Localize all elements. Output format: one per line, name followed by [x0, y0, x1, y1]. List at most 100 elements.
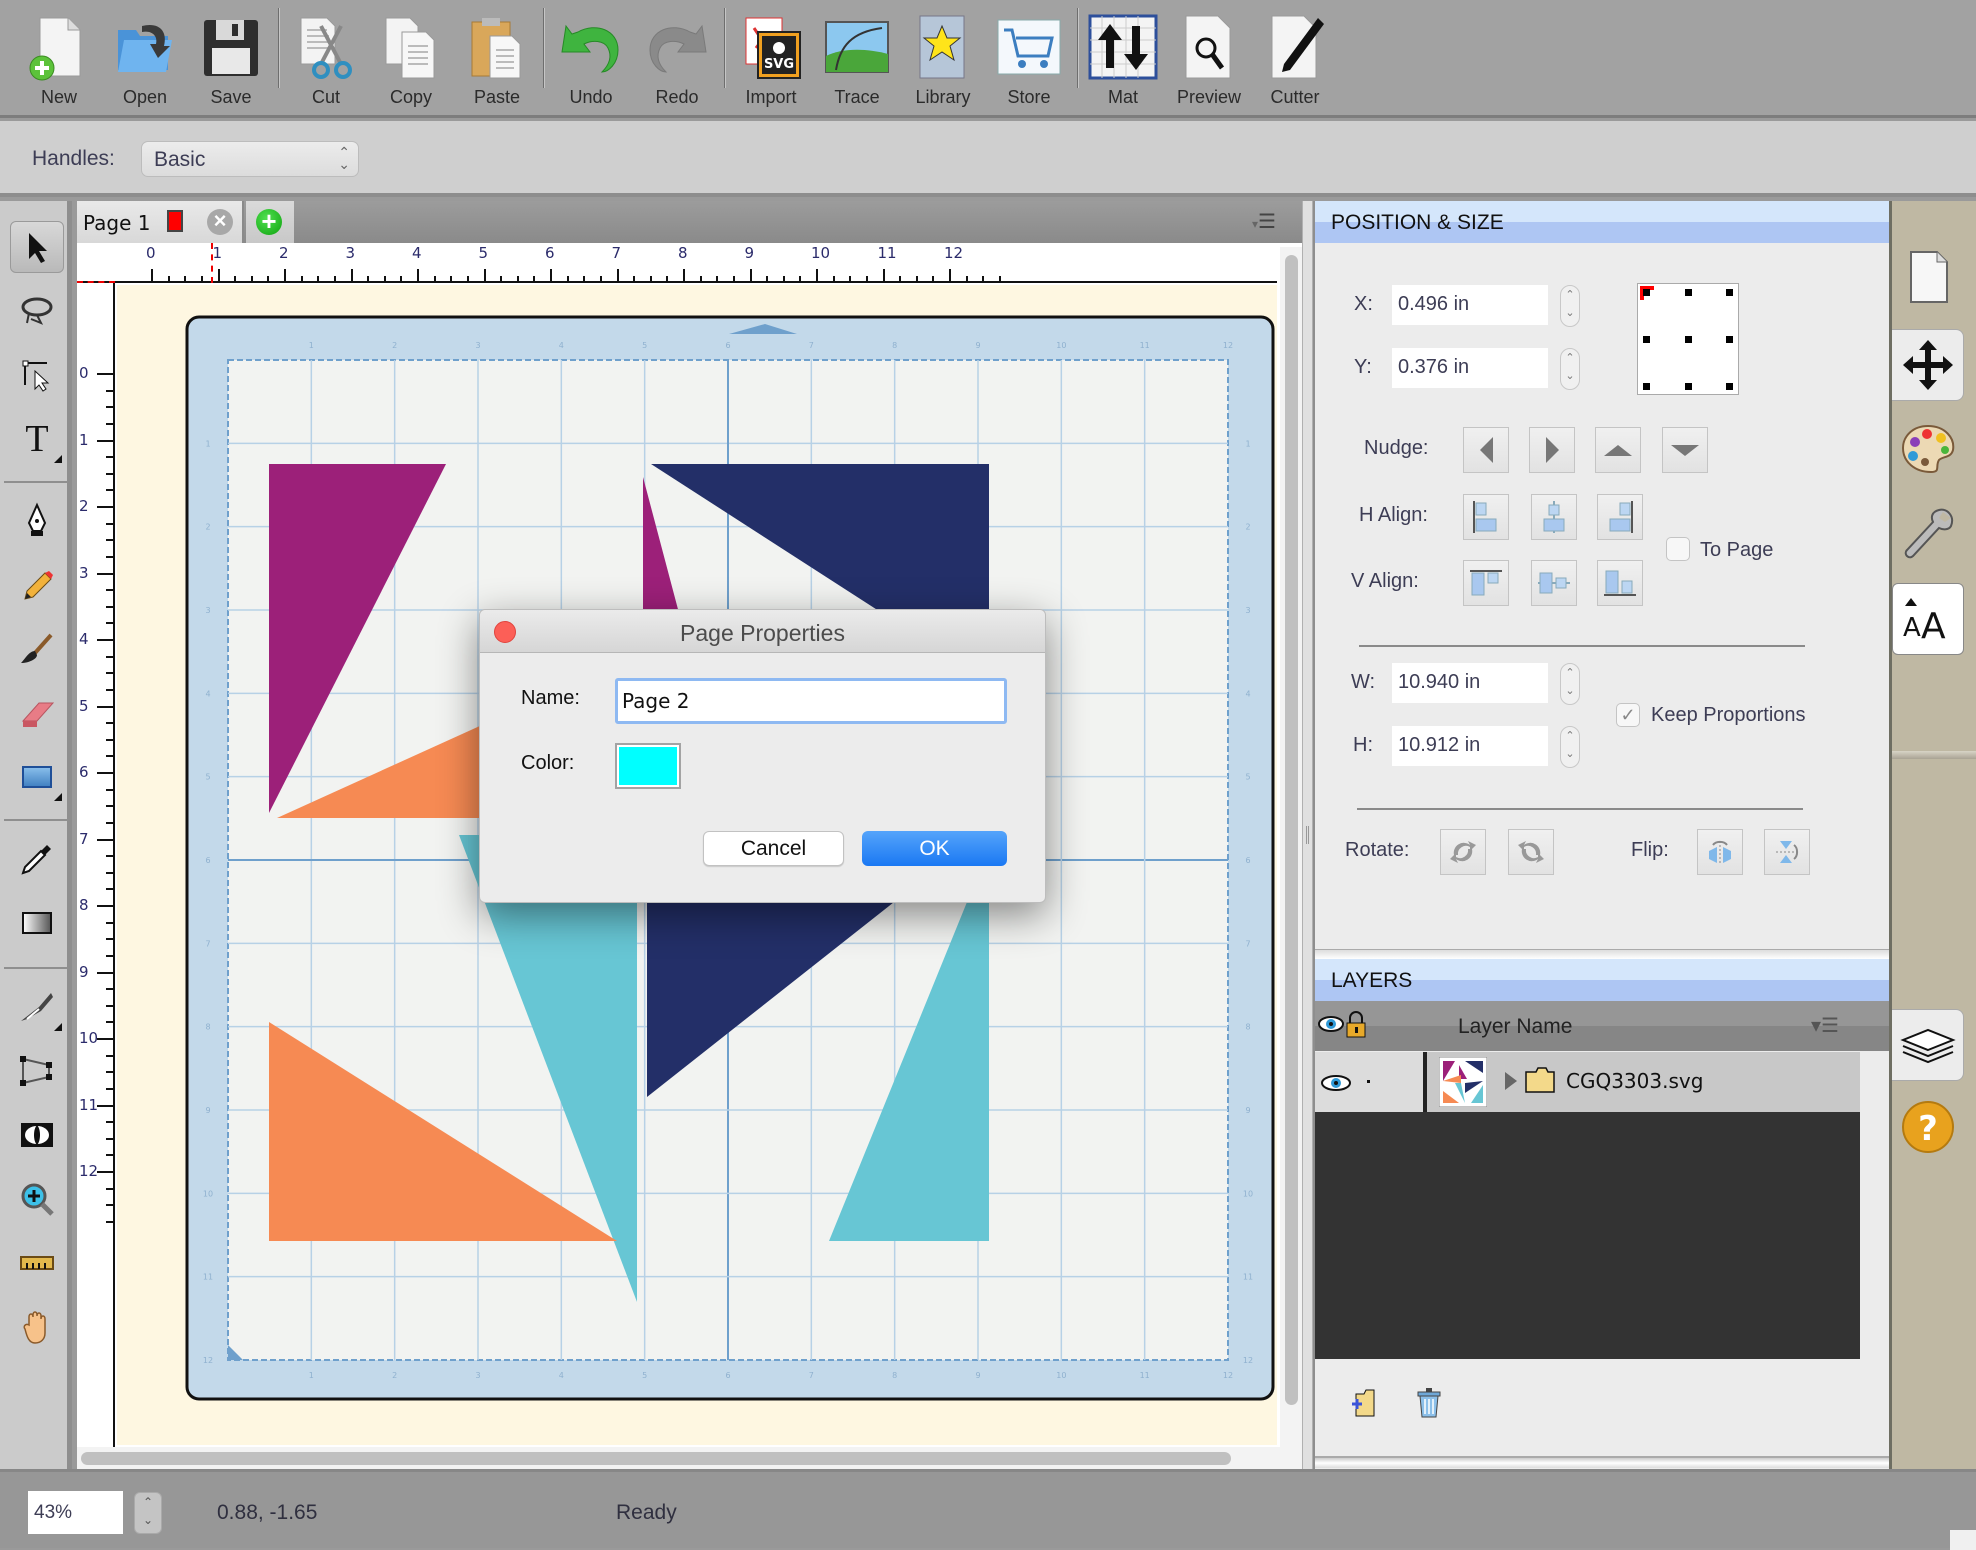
- page-color-chip[interactable]: [167, 210, 183, 232]
- nudge-right-button[interactable]: [1529, 427, 1575, 473]
- y-stepper[interactable]: ⌃ ⌄: [1560, 348, 1580, 390]
- paste-button[interactable]: Paste: [456, 8, 538, 112]
- gradient-tool[interactable]: [10, 897, 64, 949]
- redo-button[interactable]: Redo: [636, 8, 718, 112]
- nudge-down-button[interactable]: [1662, 427, 1708, 473]
- anchor-center[interactable]: [1685, 336, 1692, 343]
- node-edit-tool[interactable]: [10, 349, 64, 401]
- save-button[interactable]: Save: [190, 8, 272, 112]
- rectangle-tool[interactable]: [10, 751, 64, 803]
- dialog-titlebar[interactable]: Page Properties: [480, 610, 1045, 653]
- y-input[interactable]: 0.376 in: [1392, 348, 1548, 388]
- tab-page-1[interactable]: Page 1 ×: [77, 201, 244, 243]
- text-tool[interactable]: T: [10, 413, 64, 465]
- knife-tool[interactable]: [10, 981, 64, 1033]
- reference-point-selector[interactable]: [1637, 283, 1739, 395]
- anchor-top-right[interactable]: [1726, 289, 1733, 296]
- bottom-splitter[interactable]: [1315, 1456, 1889, 1468]
- anchor-bottom-center[interactable]: [1685, 383, 1692, 390]
- page-name-input[interactable]: Page 2: [615, 678, 1007, 724]
- new-button[interactable]: New: [18, 8, 100, 112]
- handles-select[interactable]: Basic ⌃ ⌄: [141, 141, 359, 177]
- eye-icon[interactable]: [1319, 1072, 1353, 1094]
- rotate-cw-button[interactable]: [1440, 829, 1486, 875]
- height-stepper[interactable]: ⌃ ⌄: [1560, 726, 1580, 768]
- expand-triangle-icon[interactable]: [1505, 1072, 1517, 1090]
- tab-settings[interactable]: [1892, 497, 1964, 569]
- add-page-plus-icon[interactable]: +: [256, 208, 282, 235]
- align-middle-v-button[interactable]: [1531, 560, 1577, 606]
- hand-tool[interactable]: [10, 1301, 64, 1353]
- height-input[interactable]: 10.912 in: [1392, 726, 1548, 766]
- x-input[interactable]: 0.496 in: [1392, 285, 1548, 325]
- layer-row[interactable]: CGQ3303.svg: [1315, 1052, 1860, 1112]
- anchor-middle-left[interactable]: [1643, 336, 1650, 343]
- zoom-level-input[interactable]: 43%: [28, 1491, 123, 1534]
- align-left-button[interactable]: [1463, 494, 1509, 540]
- ok-button[interactable]: OK: [862, 831, 1007, 866]
- cutter-button[interactable]: Cutter: [1254, 8, 1336, 112]
- window-resize-grip[interactable]: [1950, 1530, 1976, 1550]
- align-right-button[interactable]: [1597, 494, 1643, 540]
- anchor-bottom-left[interactable]: [1643, 383, 1650, 390]
- tab-layers[interactable]: [1892, 1009, 1964, 1081]
- cut-button[interactable]: Cut: [285, 8, 367, 112]
- zoom-tool[interactable]: [10, 1173, 64, 1225]
- close-page-icon[interactable]: ×: [207, 209, 233, 235]
- eraser-tool[interactable]: [10, 687, 64, 739]
- pen-tool[interactable]: [10, 495, 64, 547]
- layers-menu-icon[interactable]: ▾☰: [1811, 1013, 1839, 1038]
- zoom-stepper[interactable]: ⌃ ⌄: [134, 1492, 162, 1534]
- pencil-tool[interactable]: [10, 559, 64, 611]
- vertical-scrollbar[interactable]: [1280, 247, 1302, 1447]
- trash-icon[interactable]: [1416, 1387, 1442, 1419]
- trace-button[interactable]: Trace: [816, 8, 898, 112]
- lock-placeholder-dot[interactable]: [1367, 1080, 1370, 1083]
- nudge-left-button[interactable]: [1463, 427, 1509, 473]
- library-button[interactable]: Library: [902, 8, 984, 112]
- tab-document[interactable]: [1892, 241, 1964, 313]
- preview-button[interactable]: Preview: [1168, 8, 1250, 112]
- align-bottom-button[interactable]: [1597, 560, 1643, 606]
- width-stepper[interactable]: ⌃ ⌄: [1560, 663, 1580, 705]
- align-center-h-button[interactable]: [1531, 494, 1577, 540]
- rotate-ccw-button[interactable]: [1508, 829, 1554, 875]
- weld-tool[interactable]: [10, 1109, 64, 1161]
- add-page-tab[interactable]: +: [246, 201, 294, 243]
- x-stepper[interactable]: ⌃ ⌄: [1560, 285, 1580, 327]
- store-button[interactable]: Store: [988, 8, 1070, 112]
- mat-button[interactable]: Mat: [1082, 8, 1164, 112]
- cancel-button[interactable]: Cancel: [703, 831, 844, 866]
- anchor-middle-right[interactable]: [1726, 336, 1733, 343]
- brush-tool[interactable]: [10, 623, 64, 675]
- width-input[interactable]: 10.940 in: [1392, 663, 1548, 703]
- flip-vertical-button[interactable]: [1764, 829, 1810, 875]
- to-page-checkbox[interactable]: [1666, 537, 1690, 561]
- page-color-swatch[interactable]: [615, 743, 681, 789]
- keep-proportions-checkbox[interactable]: ✓: [1616, 703, 1640, 727]
- align-top-button[interactable]: [1463, 560, 1509, 606]
- tab-position-size[interactable]: [1892, 329, 1964, 401]
- tab-menu-button[interactable]: ▾☰: [1252, 209, 1292, 235]
- undo-button[interactable]: Undo: [550, 8, 632, 112]
- anchor-top-left[interactable]: [1643, 289, 1650, 296]
- anchor-bottom-right[interactable]: [1726, 383, 1733, 390]
- help-button[interactable]: ?: [1892, 1091, 1964, 1163]
- anchor-top-center[interactable]: [1685, 289, 1692, 296]
- tab-color[interactable]: [1892, 413, 1964, 485]
- vertical-scroll-thumb[interactable]: [1285, 255, 1298, 1405]
- panel-splitter[interactable]: [1302, 201, 1313, 1469]
- lasso-tool[interactable]: [10, 285, 64, 337]
- add-layer-folder-icon[interactable]: [1350, 1388, 1384, 1420]
- open-button[interactable]: Open: [104, 8, 186, 112]
- flip-horizontal-button[interactable]: [1697, 829, 1743, 875]
- select-tool[interactable]: [10, 221, 64, 273]
- nudge-up-button[interactable]: [1595, 427, 1641, 473]
- import-button[interactable]: SVG Import: [730, 8, 812, 112]
- ruler-tool[interactable]: [10, 1237, 64, 1289]
- eyedropper-tool[interactable]: [10, 833, 64, 885]
- horizontal-scrollbar[interactable]: [77, 1447, 1302, 1469]
- copy-button[interactable]: Copy: [370, 8, 452, 112]
- horizontal-scroll-thumb[interactable]: [81, 1452, 1231, 1465]
- distort-tool[interactable]: [10, 1045, 64, 1097]
